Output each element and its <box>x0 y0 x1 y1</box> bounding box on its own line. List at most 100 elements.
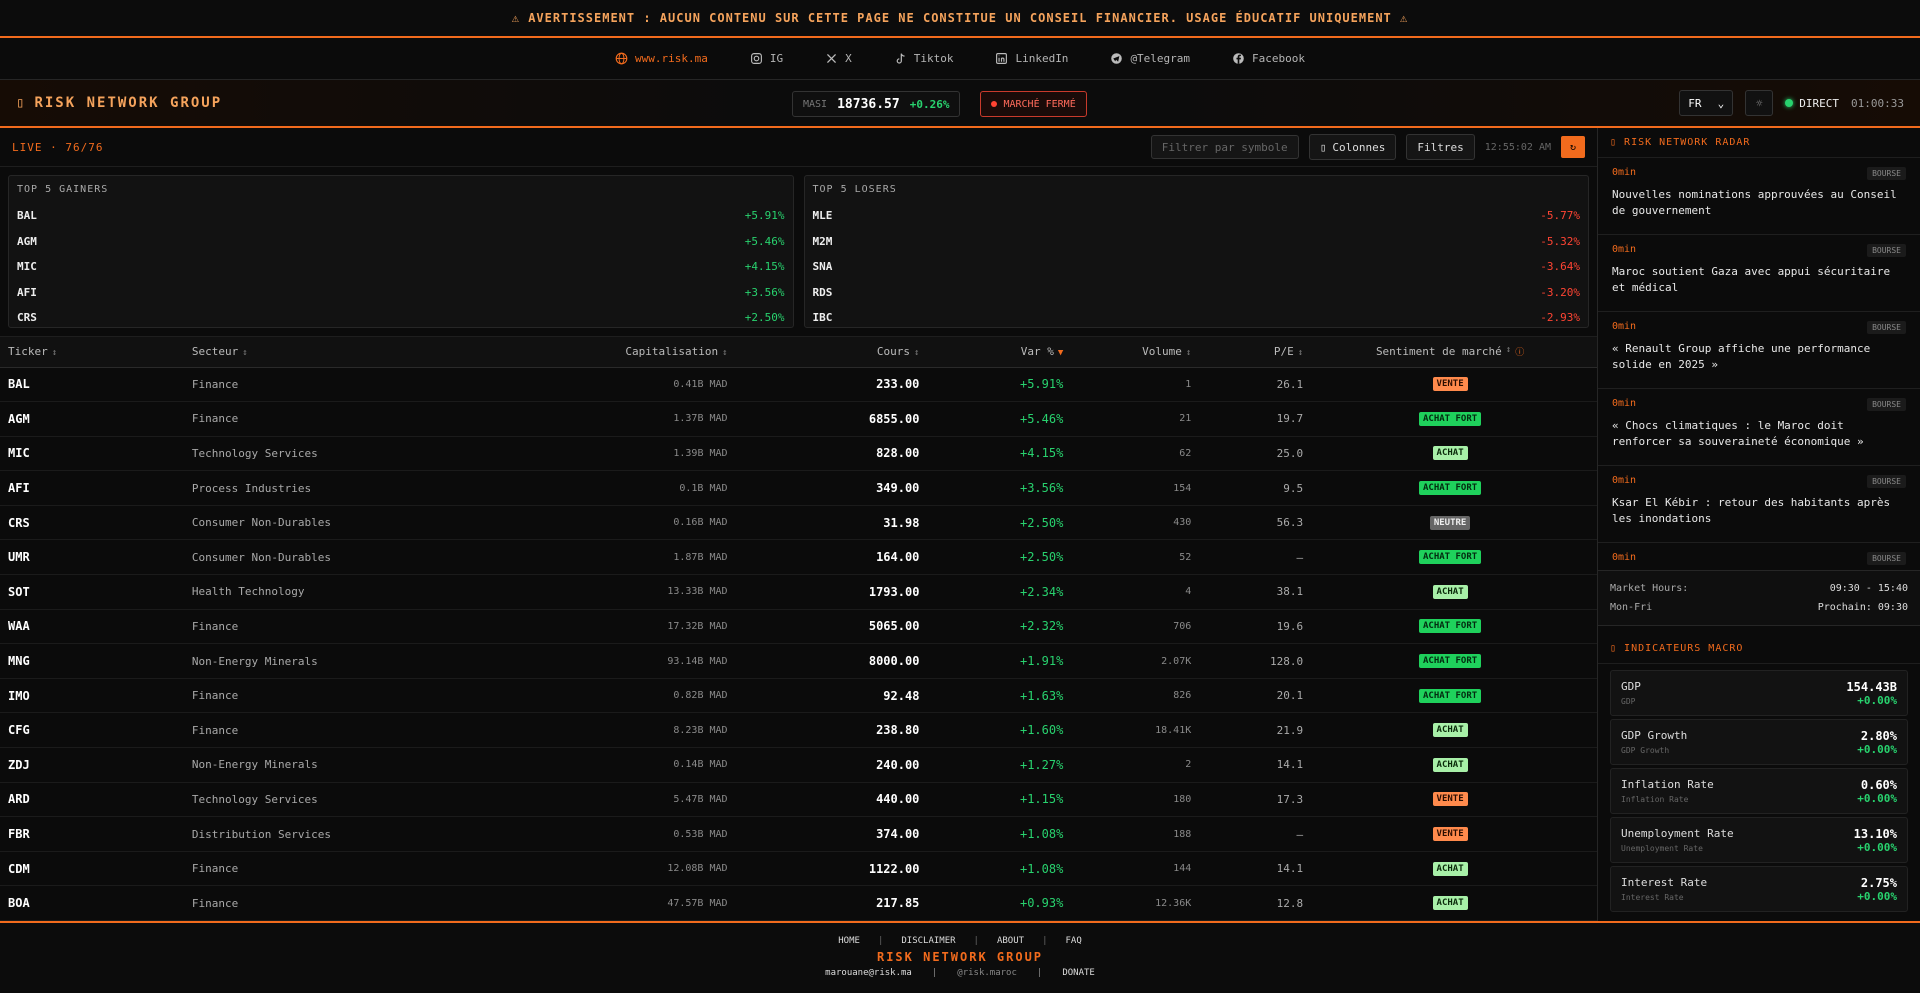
sentiment-badge: ACHAT FORT <box>1418 411 1482 426</box>
macro-card: Inflation Rate Inflation Rate 0.60% +0.00% <box>1610 768 1908 815</box>
mover-change: -3.64% <box>1540 260 1580 274</box>
macro-value: 2.80% <box>1860 728 1897 743</box>
cell-volume: 1 <box>1185 378 1192 390</box>
table-row[interactable]: CFG Finance 8.23B MAD 238.80 +1.60% 18.41K 21.… <box>0 713 1597 749</box>
table-row[interactable]: AFI Process Industries 0.1B MAD 349.00 +3.56… <box>0 471 1597 506</box>
social-label: @Telegram <box>1130 52 1191 65</box>
top-losers-box: TOP 5 LOSERS MLE -5.77% M2M -5.32% SNA -3.64%… <box>803 175 1589 331</box>
news-headline: Nouvelles nominations approuvées au Cons… <box>1612 188 1897 218</box>
gainer-row[interactable]: AGM +5.46% <box>17 229 785 255</box>
cell-pe: 25.0 <box>1276 446 1304 460</box>
table-row[interactable]: MNG Non-Energy Minerals 93.14B MAD 8000.00 +… <box>0 644 1597 679</box>
social-link-website[interactable]: www.risk.ma <box>615 52 708 65</box>
brand-logo[interactable]: ▯ RISK NETWORK GROUP <box>16 95 222 111</box>
cell-pe: 17.3 <box>1276 792 1304 806</box>
filters-button[interactable]: Filtres <box>1406 134 1475 161</box>
social-link-x[interactable]: X <box>825 52 852 65</box>
col-header-volume[interactable]: Volume ↕ <box>1063 345 1191 358</box>
symbol-filter-input[interactable] <box>1150 135 1299 160</box>
gainer-row[interactable]: AFI +3.56% <box>17 280 785 306</box>
x-icon <box>827 53 837 64</box>
gainer-row[interactable]: CRS +2.50% <box>17 305 785 331</box>
refresh-button[interactable]: ↻ <box>1561 136 1585 159</box>
macro-card: GDP GDP 154.43B +0.00% <box>1610 670 1908 717</box>
header-clock: 01:00:33 <box>1851 96 1904 110</box>
footer-link-faq[interactable]: FAQ <box>1065 936 1081 946</box>
table-row[interactable]: SOT Health Technology 13.33B MAD 1793.00 +2.… <box>0 575 1597 610</box>
social-link-facebook[interactable]: Facebook <box>1232 52 1305 65</box>
news-item[interactable]: 0min BOURSE « Renault Group affiche une pe… <box>1598 312 1920 390</box>
table-row[interactable]: ZDJ Non-Energy Minerals 0.14B MAD 240.00 +1.… <box>0 748 1597 783</box>
cell-sentiment: ACHAT <box>1303 896 1597 911</box>
col-header-cap[interactable]: Capitalisation ↕ <box>392 345 727 358</box>
cell-pe: 56.3 <box>1276 516 1304 530</box>
social-link-telegram[interactable]: @Telegram <box>1110 52 1190 65</box>
cell-price: 238.80 <box>876 723 920 738</box>
loser-row[interactable]: MLE -5.77% <box>813 203 1581 229</box>
social-link-linkedin[interactable]: LinkedIn <box>995 52 1068 65</box>
col-header-var[interactable]: Var % ▼ <box>919 345 1064 358</box>
table-row[interactable]: AGM Finance 1.37B MAD 6855.00 +5.46% 21 19.7 AC… <box>0 402 1597 437</box>
cell-pe: 19.6 <box>1276 619 1304 633</box>
social-link-instagram[interactable]: IG <box>750 52 783 65</box>
loser-row[interactable]: M2M -5.32% <box>813 229 1581 255</box>
cell-sector: Non-Energy Minerals <box>191 758 318 772</box>
col-header-sector[interactable]: Secteur ↕ <box>192 345 392 358</box>
col-label: Cours <box>876 345 910 359</box>
news-item[interactable]: 0min BOURSE Nouvelles nominations approuvé… <box>1598 158 1920 236</box>
cell-sector: Distribution Services <box>191 827 331 841</box>
col-header-price[interactable]: Cours ↕ <box>728 345 920 358</box>
cell-price: 6855.00 <box>868 411 920 426</box>
language-select[interactable]: FR ⌄ <box>1679 90 1734 116</box>
table-row[interactable]: UMR Consumer Non-Durables 1.87B MAD 164.00 +… <box>0 540 1597 576</box>
footer-link-disclaimer[interactable]: DISCLAIMER <box>901 936 955 946</box>
loser-row[interactable]: IBC -2.93% <box>813 305 1581 331</box>
col-header-sentiment[interactable]: Sentiment de marché ↕ ⓘ <box>1303 345 1597 358</box>
table-row[interactable]: CRS Consumer Non-Durables 0.16B MAD 31.98 +2… <box>0 506 1597 541</box>
cell-price: 164.00 <box>876 550 920 565</box>
footer-link-about[interactable]: ABOUT <box>997 936 1024 946</box>
table-row[interactable]: ARD Technology Services 5.47B MAD 440.00 +1.… <box>0 783 1597 818</box>
cell-sector: Non-Energy Minerals <box>191 654 318 668</box>
top-losers-title: TOP 5 LOSERS <box>812 184 897 196</box>
cell-ticker: ZDJ <box>8 757 30 772</box>
cell-price: 8000.00 <box>868 654 920 669</box>
sentiment-badge: ACHAT <box>1432 446 1468 461</box>
mover-symbol: AGM <box>17 234 37 248</box>
columns-button[interactable]: ▯ Colonnes <box>1308 134 1397 161</box>
table-row[interactable]: BOA Finance 47.57B MAD 217.85 +0.93% 12.36K 12… <box>0 886 1597 921</box>
loser-row[interactable]: RDS -3.20% <box>813 280 1581 306</box>
gainer-row[interactable]: MIC +4.15% <box>17 254 785 280</box>
footer-donate-link[interactable]: DONATE <box>1062 968 1095 978</box>
cell-cap: 5.47B MAD <box>673 793 728 805</box>
footer-email-link[interactable]: marouane@risk.ma <box>825 968 912 978</box>
table-row[interactable]: MIC Technology Services 1.39B MAD 828.00 +4.… <box>0 437 1597 472</box>
news-item[interactable]: 0min BOURSE Maroc soutient Gaza avec appui… <box>1598 235 1920 313</box>
cell-volume: 2.07K <box>1161 655 1192 667</box>
table-row[interactable]: IMO Finance 0.82B MAD 92.48 +1.63% 826 20.1 ACH… <box>0 679 1597 714</box>
cell-volume: 12.36K <box>1155 897 1192 909</box>
footer-link-home[interactable]: HOME <box>838 936 860 946</box>
table-row[interactable]: CDM Finance 12.08B MAD 1122.00 +1.08% 144 14.1… <box>0 852 1597 887</box>
cell-price: 240.00 <box>876 757 920 772</box>
app-footer: HOME | DISCLAIMER | ABOUT | FAQ RISK NET… <box>0 921 1920 991</box>
table-row[interactable]: FBR Distribution Services 0.53B MAD 374.00 +… <box>0 817 1597 852</box>
table-row[interactable]: BAL Finance 0.41B MAD 233.00 +5.91% 1 26.1 VENT… <box>0 368 1597 403</box>
col-header-ticker[interactable]: Ticker ↕ <box>0 345 192 358</box>
gainer-row[interactable]: BAL +5.91% <box>17 203 785 229</box>
col-label: P/E <box>1273 345 1294 359</box>
loser-row[interactable]: SNA -3.64% <box>813 254 1581 280</box>
news-item[interactable]: 0min BOURSE Ksar El Kébir : retour des hab… <box>1598 466 1920 544</box>
footer-handle-link[interactable]: @risk.maroc <box>957 968 1017 978</box>
hours-label: Market Hours: <box>1610 582 1689 594</box>
news-item[interactable]: 0min BOURSE « Chocs climatiques : le Maroc… <box>1598 389 1920 467</box>
col-header-pe[interactable]: P/E ↕ <box>1191 345 1303 358</box>
theme-toggle-button[interactable]: ☼ <box>1745 90 1774 116</box>
cell-var: +3.56% <box>1019 481 1064 496</box>
macro-labels: GDP Growth GDP Growth <box>1621 729 1687 755</box>
table-row[interactable]: WAA Finance 17.32B MAD 5065.00 +2.32% 706 19.6… <box>0 610 1597 645</box>
social-link-tiktok[interactable]: Tiktok <box>894 52 953 65</box>
news-item[interactable]: 0min BOURSE <box>1598 543 1920 570</box>
masi-label: MASI <box>803 98 828 110</box>
cell-sector: Technology Services <box>191 792 318 806</box>
